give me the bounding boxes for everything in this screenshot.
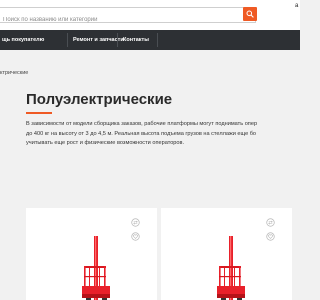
breadcrumb[interactable]: ктрические	[0, 70, 28, 76]
description-line: учитывать еще рост и физические возможно…	[26, 140, 185, 146]
compare-icon[interactable]	[265, 218, 275, 227]
top-header: а	[0, 0, 300, 30]
search-button[interactable]	[243, 7, 257, 21]
category-description: В зависимости от модели сборщика заказов…	[26, 120, 320, 149]
product-image-order-picker[interactable]	[217, 236, 247, 300]
description-line: до 400 кг на высоту от 3 до 4,5 м. Реаль…	[26, 130, 257, 137]
title-underline	[26, 112, 52, 114]
search-box	[0, 7, 256, 27]
nav-item-buyers[interactable]: щь покупателю	[0, 30, 50, 50]
nav-divider	[157, 33, 158, 47]
favorite-icon[interactable]	[265, 232, 275, 241]
search-icon	[246, 10, 254, 18]
main-nav: щь покупателю Ремонт и запчасти Контакты	[0, 30, 300, 50]
favorite-icon[interactable]	[130, 232, 140, 241]
header-cut-text[interactable]: а	[295, 3, 298, 9]
search-input[interactable]	[0, 13, 239, 27]
product-card[interactable]	[161, 208, 292, 300]
card-actions	[262, 218, 278, 246]
page-title: Полуэлектрические	[26, 91, 173, 108]
description-line: В зависимости от модели сборщика заказов…	[26, 121, 258, 127]
compare-icon[interactable]	[130, 218, 140, 227]
nav-item-contacts[interactable]: Контакты	[117, 30, 155, 50]
card-actions	[127, 218, 143, 246]
product-image-order-picker[interactable]	[82, 236, 112, 300]
product-card[interactable]	[26, 208, 157, 300]
